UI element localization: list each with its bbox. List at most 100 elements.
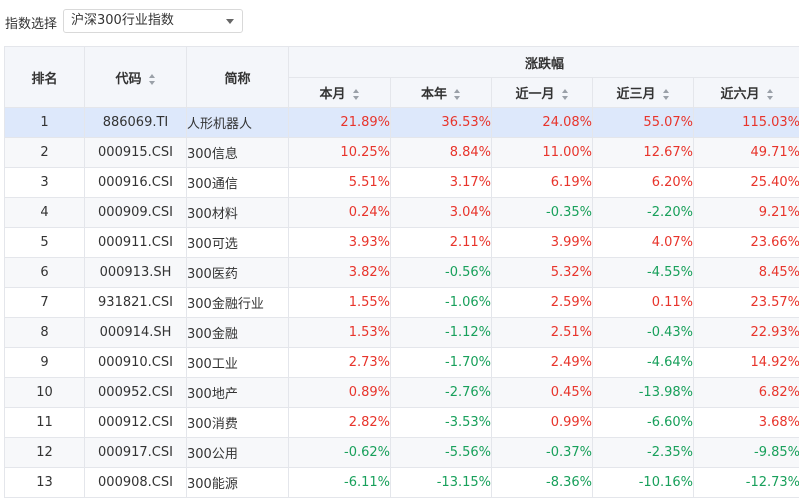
code-cell: 931821.CSI xyxy=(84,287,187,318)
three-month-change-cell: -4.64% xyxy=(592,347,694,378)
header-year[interactable]: 本年 xyxy=(390,77,492,108)
header-code-label: 代码 xyxy=(115,71,142,87)
table-row[interactable]: 9 000910.CSI 300工业 2.73% -1.70% 2.49% -4.64% 14… xyxy=(4,347,799,378)
rank-cell: 13 xyxy=(4,467,85,498)
header-1m[interactable]: 近一月 xyxy=(491,77,593,108)
name-cell: 300医药 xyxy=(186,257,289,288)
month-change-cell: 0.24% xyxy=(288,197,391,228)
header-change-group: 涨跌幅 xyxy=(287,46,799,78)
header-rank: 排名 xyxy=(4,46,85,108)
code-cell: 000912.CSI xyxy=(84,407,187,438)
year-change-cell: 3.04% xyxy=(390,197,492,228)
sort-icon[interactable] xyxy=(662,89,670,100)
three-month-change-cell: 0.11% xyxy=(592,287,694,318)
one-month-change-cell: 2.59% xyxy=(491,287,593,318)
one-month-change-cell: -0.37% xyxy=(491,437,593,468)
code-cell: 000915.CSI xyxy=(84,137,187,168)
index-select[interactable]: 沪深300行业指数 xyxy=(63,9,243,33)
month-change-cell: 10.25% xyxy=(288,137,391,168)
table-row[interactable]: 1 886069.TI 人形机器人 21.89% 36.53% 24.08% 55.07% 1… xyxy=(4,107,799,138)
six-month-change-cell: -9.85% xyxy=(692,437,799,468)
index-select-label: 指数选择 xyxy=(5,17,58,32)
name-cell: 300通信 xyxy=(186,167,289,198)
table-row[interactable]: 4 000909.CSI 300材料 0.24% 3.04% -0.35% -2.20% 9.… xyxy=(4,197,799,228)
rank-cell: 1 xyxy=(4,107,85,138)
change-table: 排名 代码 简称 涨跌幅 本月 本年 近一月 近三月 近六月 1 886069.T… xyxy=(4,46,799,498)
table-row[interactable]: 7 931821.CSI 300金融行业 1.55% -1.06% 2.59% 0.11% 2… xyxy=(4,287,799,318)
table-row[interactable]: 11 000912.CSI 300消费 2.82% -3.53% 0.99% -6.60% 3… xyxy=(4,407,799,438)
one-month-change-cell: 24.08% xyxy=(491,107,593,138)
sort-icon[interactable] xyxy=(561,89,569,100)
table-row[interactable]: 6 000913.SH 300医药 3.82% -0.56% 5.32% -4.55% 8.4… xyxy=(4,257,799,288)
rank-cell: 5 xyxy=(4,227,85,258)
three-month-change-cell: -2.20% xyxy=(592,197,694,228)
name-cell: 人形机器人 xyxy=(186,107,289,138)
rank-cell: 7 xyxy=(4,287,85,318)
six-month-change-cell: 25.40% xyxy=(692,167,799,198)
name-cell: 300能源 xyxy=(186,467,289,498)
month-change-cell: -0.62% xyxy=(288,437,391,468)
three-month-change-cell: 4.07% xyxy=(592,227,694,258)
header-year-label: 本年 xyxy=(420,87,447,102)
one-month-change-cell: 2.51% xyxy=(491,317,593,348)
month-change-cell: 3.93% xyxy=(288,227,391,258)
header-name-label: 简称 xyxy=(224,71,251,87)
six-month-change-cell: 23.57% xyxy=(692,287,799,318)
month-change-cell: 0.89% xyxy=(288,377,391,408)
table-row[interactable]: 10 000952.CSI 300地产 0.89% -2.76% 0.45% -13.98%… xyxy=(4,377,799,408)
one-month-change-cell: 11.00% xyxy=(491,137,593,168)
name-cell: 300公用 xyxy=(186,437,289,468)
code-cell: 000911.CSI xyxy=(84,227,187,258)
code-cell: 000909.CSI xyxy=(84,197,187,228)
six-month-change-cell: 22.93% xyxy=(692,317,799,348)
year-change-cell: -1.06% xyxy=(390,287,492,318)
chevron-down-icon xyxy=(226,19,234,24)
header-6m-label: 近六月 xyxy=(720,87,760,102)
header-3m-label: 近三月 xyxy=(616,87,656,102)
six-month-change-cell: -12.73% xyxy=(692,467,799,498)
rank-cell: 2 xyxy=(4,137,85,168)
header-6m[interactable]: 近六月 xyxy=(692,77,799,108)
table-row[interactable]: 13 000908.CSI 300能源 -6.11% -13.15% -8.36% -10.… xyxy=(4,467,799,498)
three-month-change-cell: -0.43% xyxy=(592,317,694,348)
name-cell: 300材料 xyxy=(186,197,289,228)
code-cell: 000913.SH xyxy=(84,257,187,288)
year-change-cell: -3.53% xyxy=(390,407,492,438)
code-cell: 000952.CSI xyxy=(84,377,187,408)
table-row[interactable]: 3 000916.CSI 300通信 5.51% 3.17% 6.19% 6.20% 25.4… xyxy=(4,167,799,198)
year-change-cell: -5.56% xyxy=(390,437,492,468)
sort-icon[interactable] xyxy=(352,89,360,100)
three-month-change-cell: -2.35% xyxy=(592,437,694,468)
month-change-cell: 1.53% xyxy=(288,317,391,348)
code-cell: 000910.CSI xyxy=(84,347,187,378)
year-change-cell: -2.76% xyxy=(390,377,492,408)
table-row[interactable]: 2 000915.CSI 300信息 10.25% 8.84% 11.00% 12.67% 4… xyxy=(4,137,799,168)
year-change-cell: 2.11% xyxy=(390,227,492,258)
index-select-value: 沪深300行业指数 xyxy=(71,13,174,28)
three-month-change-cell: -13.98% xyxy=(592,377,694,408)
rank-cell: 6 xyxy=(4,257,85,288)
sort-icon[interactable] xyxy=(454,89,461,100)
three-month-change-cell: -4.55% xyxy=(592,257,694,288)
month-change-cell: 5.51% xyxy=(288,167,391,198)
table-row[interactable]: 8 000914.SH 300金融 1.53% -1.12% 2.51% -0.43% 22.… xyxy=(4,317,799,348)
year-change-cell: 36.53% xyxy=(390,107,492,138)
sort-icon[interactable] xyxy=(148,73,156,85)
header-month[interactable]: 本月 xyxy=(288,77,391,108)
header-name: 简称 xyxy=(186,46,289,108)
six-month-change-cell: 6.82% xyxy=(692,377,799,408)
header-code[interactable]: 代码 xyxy=(84,46,187,108)
header-change-group-label: 涨跌幅 xyxy=(525,56,565,72)
header-3m[interactable]: 近三月 xyxy=(592,77,694,108)
code-cell: 000917.CSI xyxy=(84,437,187,468)
year-change-cell: -0.56% xyxy=(390,257,492,288)
table-row[interactable]: 5 000911.CSI 300可选 3.93% 2.11% 3.99% 4.07% 23.6… xyxy=(4,227,799,258)
rank-cell: 10 xyxy=(4,377,85,408)
sort-icon[interactable] xyxy=(766,89,774,100)
year-change-cell: -1.12% xyxy=(390,317,492,348)
one-month-change-cell: -8.36% xyxy=(491,467,593,498)
header-rank-label: 排名 xyxy=(31,71,58,87)
six-month-change-cell: 9.21% xyxy=(692,197,799,228)
one-month-change-cell: 5.32% xyxy=(491,257,593,288)
table-row[interactable]: 12 000917.CSI 300公用 -0.62% -5.56% -0.37% -2.35… xyxy=(4,437,799,468)
